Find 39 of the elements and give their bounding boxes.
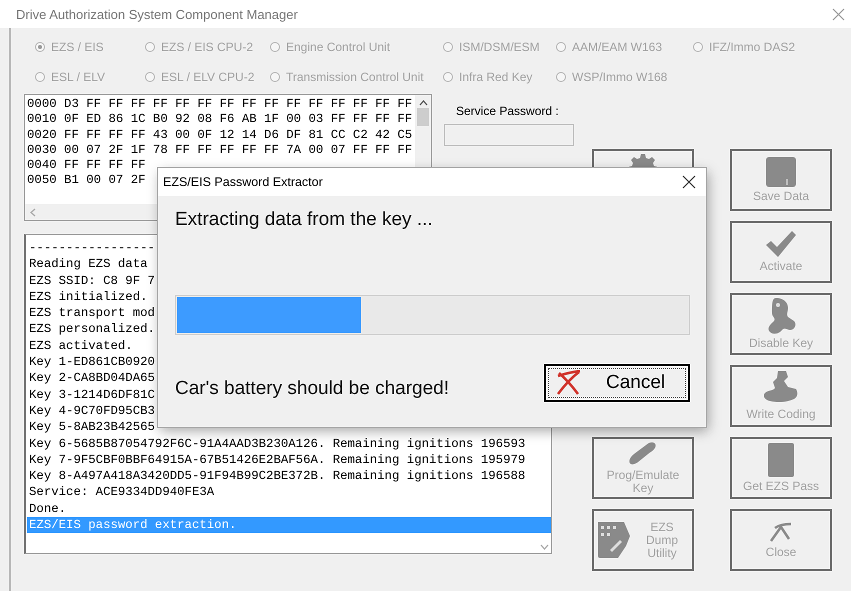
log-line: Reading EZS data [28,256,148,273]
log-line: EZS initialized. [28,288,148,306]
log-line: Service: ACE9334DD940FE3A [28,484,214,501]
log-line: Key 2-CA8BD04DA65 [28,370,155,387]
radio-label: ESL / ELV CPU-2 [161,70,254,84]
log-line: Key 1-ED861CB0920 [28,354,155,370]
log-line: Key 7-9F5CBF0BBF64915A-67B51426E2BAF56A. Remaining ignitions 195979 [28,452,526,468]
log-line: Key 5-8AB23B42565 [28,419,155,436]
radio-label: IFZ/Immo DAS2 [709,40,796,54]
hex-line: 0010 0F ED 86 1C B0 92 08 F6 AB 1F 00 03 FF FF FF FF [27,112,412,128]
radio-label: Infra Red Key [459,70,532,84]
radio-label: WSP/Immo W168 [572,70,668,84]
hex-line: 0020 FF FF FF FF 43 00 0F 12 14 D6 DF 81 CC C2 42 C5 [27,128,412,143]
hex-line: 0050 B1 00 07 2F [27,173,146,189]
log-line: Key 3-1214D6DF81C [28,386,155,403]
hex-line: 0040 FF FF FF FF [27,158,146,174]
log-line: Done. [28,500,66,518]
log-line: ----------------- [28,240,155,256]
log-line: EZS SSID: C8 9F 7 [28,272,155,289]
log-line: EZS personalized. [28,321,155,338]
radio-label: EZS / EIS [51,40,104,54]
dialog-title: EZS/EIS Password Extractor [163,175,323,189]
log-line: EZS transport mod [28,305,155,322]
log-line: Key 8-A497A418A3420DD5-91F94B99C2BE372B. Remaining ignitions 196588 [28,468,526,484]
radio-label: Transmission Control Unit [286,70,424,84]
warning-text: Car's battery should be charged! [175,378,450,400]
log-line: EZS activated. [28,338,133,354]
radio-label: ISM/DSM/ESM [459,40,540,54]
hex-line: 0000 D3 FF FF FF FF FF FF FF FF FF FF FF FF FF FF FF [27,97,412,112]
hex-line: 0030 00 07 2F 1F 78 FF FF FF FF FF 7A 00 07 FF FF FF [27,142,412,158]
log-line: Key 6-5685B87054792F6C-91A4AAD3B230A126. Remaining ignitions 196593 [28,436,526,452]
status-message: Extracting data from the key ... [175,209,434,231]
radio-label: AAM/EAM W163 [572,40,662,54]
radio-label: ESL / ELV [51,70,106,84]
radio-label: EZS / EIS CPU-2 [161,40,254,54]
log-line: Key 4-9C70FD95CB3 [28,402,155,420]
radio-label: Engine Control Unit [286,40,390,54]
field-label: Service Password : [455,104,560,118]
window-title: Drive Authorization System Component Manager [16,6,298,22]
